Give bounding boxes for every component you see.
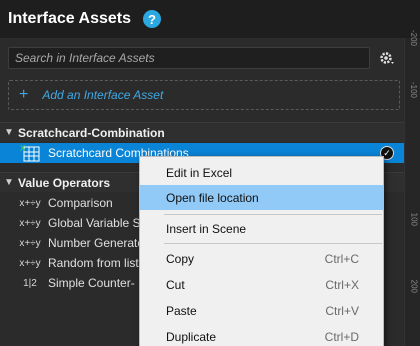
menu-item-edit-in-excel[interactable]: Edit in Excel: [140, 160, 383, 185]
gear-icon[interactable]: [378, 49, 396, 67]
menu-item-shortcut: Ctrl+D: [324, 329, 359, 344]
help-icon[interactable]: ?: [143, 10, 162, 28]
menu-item-label: Edit in Excel: [166, 165, 233, 180]
svg-text:X: X: [20, 144, 26, 153]
formula-icon: x+÷y: [19, 217, 41, 229]
formula-icon: x+÷y: [19, 197, 41, 209]
menu-item-label: Duplicate: [166, 329, 217, 344]
search-input[interactable]: [8, 47, 370, 69]
formula-icon: x+÷y: [19, 237, 41, 249]
chevron-down-icon[interactable]: ▼: [0, 127, 18, 138]
menu-item-open-file-location[interactable]: Open file location: [140, 185, 383, 210]
group-title: Scratchcard-Combination: [18, 125, 165, 140]
chevron-down-icon[interactable]: ▼: [0, 177, 18, 188]
menu-item-label: Paste: [166, 303, 197, 318]
menu-item-label: Copy: [166, 251, 195, 266]
counter-icon: 1|2: [23, 277, 37, 289]
menu-item-label: Open file location: [166, 190, 259, 205]
list-item-label: Global Variable S: [48, 216, 141, 230]
plus-icon: +: [19, 86, 29, 103]
ruler-tick: -100: [409, 81, 418, 98]
add-asset-button[interactable]: + Add an Interface Asset: [8, 80, 400, 110]
list-item-label: Comparison: [48, 196, 113, 210]
menu-separator: [164, 243, 382, 244]
group-header-scratchcard[interactable]: ▼ Scratchcard-Combination: [0, 122, 404, 142]
excel-sheet-icon: X: [18, 144, 42, 162]
add-asset-label: Add an Interface Asset: [42, 88, 164, 102]
menu-item-insert-in-scene[interactable]: Insert in Scene: [140, 216, 383, 241]
panel-header: Interface Assets ?: [0, 0, 420, 38]
menu-separator: [164, 214, 382, 215]
list-item-label: Number Generato: [48, 236, 145, 250]
group-title: Value Operators: [18, 175, 111, 190]
menu-item-duplicate[interactable]: Duplicate Ctrl+D: [140, 324, 383, 346]
menu-item-label: Cut: [166, 277, 185, 292]
ruler-tick: 200: [409, 279, 418, 293]
list-item-label: Random from list: [48, 256, 139, 270]
menu-item-label: Insert in Scene: [166, 221, 247, 236]
context-menu: Edit in Excel Open file location Insert …: [139, 156, 384, 346]
menu-item-paste[interactable]: Paste Ctrl+V: [140, 298, 383, 323]
vertical-ruler: -200 -100 100 200: [404, 30, 420, 346]
panel-title: Interface Assets: [8, 10, 132, 27]
list-item-label: Simple Counter-: [48, 276, 135, 290]
ruler-tick: -200: [409, 29, 418, 46]
formula-icon: x+÷y: [19, 257, 41, 269]
menu-item-copy[interactable]: Copy Ctrl+C: [140, 246, 383, 271]
menu-item-shortcut: Ctrl+X: [325, 277, 359, 292]
search-row: [8, 46, 400, 70]
ruler-tick: 100: [409, 212, 418, 226]
menu-item-shortcut: Ctrl+C: [324, 251, 359, 266]
menu-item-shortcut: Ctrl+V: [325, 303, 359, 318]
menu-item-cut[interactable]: Cut Ctrl+X: [140, 272, 383, 297]
